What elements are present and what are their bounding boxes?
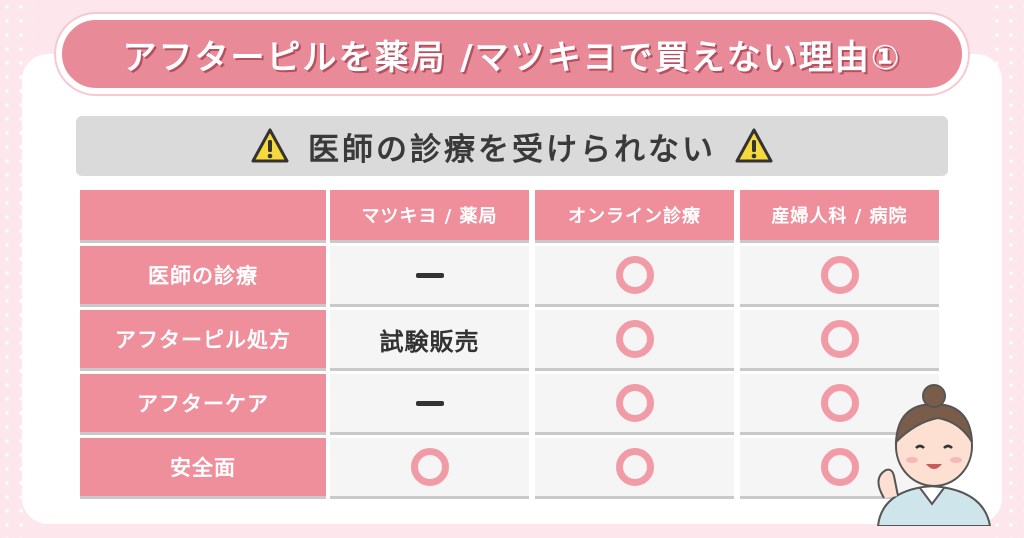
dash-mark-icon — [415, 400, 444, 406]
circle-mark-icon — [820, 384, 859, 422]
circle-mark-icon — [820, 256, 859, 294]
row-header: アフターピル処方 — [80, 310, 326, 368]
circle-mark-icon — [820, 320, 859, 358]
circle-mark-icon — [615, 320, 654, 358]
cell-text: 試験販売 — [379, 327, 480, 356]
table-cell — [535, 246, 734, 304]
row-header: 安全面 — [80, 438, 326, 496]
column-header-label: 産婦人科 / 病院 — [771, 206, 908, 227]
subtitle-bar: 医師の診療を受けられない — [76, 116, 948, 176]
row-header-label: 医師の診療 — [148, 264, 258, 288]
circle-mark-icon — [410, 448, 449, 486]
table-cell — [535, 374, 734, 432]
circle-mark-icon — [615, 256, 654, 294]
nurse-character-icon — [876, 384, 992, 526]
table-cell — [330, 438, 529, 496]
row-header: アフターケア — [80, 374, 326, 432]
table-cell — [330, 246, 529, 304]
table-cell — [535, 438, 734, 496]
row-header-label: 安全面 — [170, 456, 236, 480]
table-cell — [740, 246, 939, 304]
warning-icon — [735, 128, 773, 163]
column-header: オンライン診療 — [535, 190, 734, 240]
column-header: マツキヨ / 薬局 — [330, 190, 529, 240]
subtitle: 医師の診療を受けられない — [308, 131, 716, 168]
warning-icon — [251, 128, 289, 163]
dash-mark-icon — [415, 272, 444, 278]
column-header-label: マツキヨ / 薬局 — [361, 206, 498, 227]
page-title: アフターピルを薬局 /マツキヨで買えない理由① — [122, 37, 902, 78]
table-cell — [330, 374, 529, 432]
circle-mark-icon — [820, 448, 859, 486]
row-header-label: アフターピル処方 — [115, 328, 291, 352]
circle-mark-icon — [615, 384, 654, 422]
circle-mark-icon — [615, 448, 654, 486]
table-cell — [535, 310, 734, 368]
column-header-label: オンライン診療 — [568, 206, 701, 227]
title-banner: アフターピルを薬局 /マツキヨで買えない理由① — [56, 14, 968, 94]
row-header-label: アフターケア — [137, 392, 269, 416]
table-cell — [740, 310, 939, 368]
column-header: 産婦人科 / 病院 — [740, 190, 939, 240]
row-header: 医師の診療 — [80, 246, 326, 304]
table-corner-cell — [80, 190, 326, 240]
table-cell: 試験販売 — [330, 310, 529, 368]
